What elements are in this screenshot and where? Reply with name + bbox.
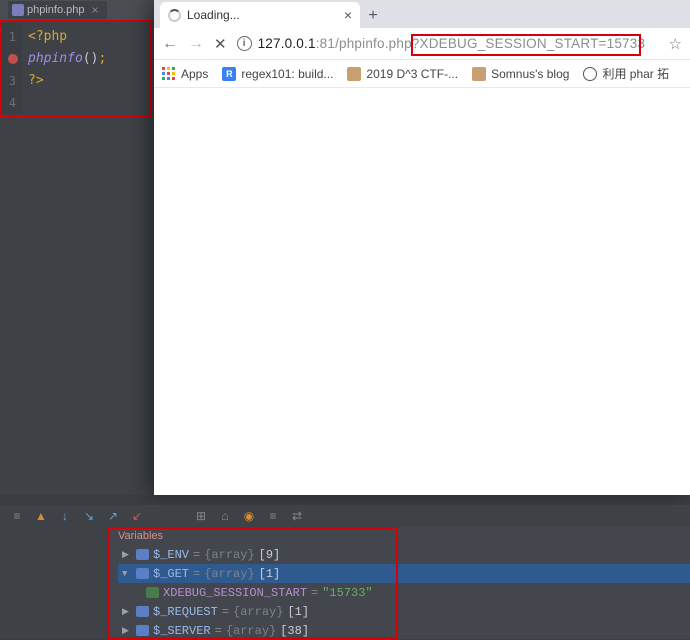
php-file-icon — [12, 4, 24, 16]
bookmark-regex101[interactable]: R regex101: build... — [222, 67, 333, 81]
var-equals-icon — [136, 568, 149, 579]
apps-bookmark[interactable]: Apps — [162, 67, 208, 81]
back-button[interactable]: ← — [162, 35, 178, 53]
debug-sidebar — [0, 527, 108, 639]
bookmark-ctf[interactable]: 2019 D^3 CTF-... — [347, 67, 458, 81]
browser-window: Loading... × + ← → ✕ i 127.0.0.1:81/phpi… — [154, 0, 690, 495]
bookmark-bar: Apps R regex101: build... 2019 D^3 CTF-.… — [154, 60, 690, 88]
bookmark-star-icon[interactable]: ☆ — [669, 35, 682, 53]
dbg-btn-6[interactable]: ↙ — [130, 509, 144, 523]
dbg-btn-10[interactable]: ≡ — [266, 509, 280, 523]
dbg-btn-9[interactable]: ◉ — [242, 509, 256, 523]
code-open-tag: <?php — [28, 26, 67, 48]
var-row-get[interactable]: ▼ $_GET = {array} [1] — [118, 564, 690, 583]
code-func: phpinfo — [28, 48, 83, 70]
dbg-btn-2[interactable]: ▲ — [34, 509, 48, 523]
address-bar[interactable]: i 127.0.0.1:81/phpinfo.php?XDEBUG_SESSIO… — [237, 36, 653, 51]
debug-toolbar: ≡ ▲ ↓ ↘ ↗ ↙ ⊞ ⌂ ◉ ≡ ⇄ — [0, 505, 690, 527]
chevron-right-icon[interactable]: ▶ — [122, 550, 132, 560]
dbg-btn-11[interactable]: ⇄ — [290, 509, 304, 523]
step-out-icon[interactable]: ↗ — [106, 509, 120, 523]
editor-tab[interactable]: phpinfo.php × — [8, 1, 107, 19]
tab-close-icon[interactable]: × — [92, 3, 99, 17]
bookmark-phar[interactable]: 利用 phar 拓 — [583, 65, 669, 82]
variables-title: Variables — [118, 527, 163, 545]
url-text: 127.0.0.1:81/phpinfo.php?XDEBUG_SESSION_… — [258, 36, 646, 51]
editor-tab-label: phpinfo.php — [27, 4, 85, 16]
step-into-icon[interactable]: ↘ — [82, 509, 96, 523]
debug-variables-panel: Variables ▶ $_ENV = {array} [9] ▼ $_GET … — [0, 527, 690, 639]
site-info-icon[interactable]: i — [237, 36, 252, 51]
somnus-favicon — [472, 67, 486, 81]
phar-favicon — [583, 67, 597, 81]
var-row-get-key[interactable]: XDEBUG_SESSION_START = "15733" — [118, 583, 690, 602]
breakpoint-icon[interactable] — [5, 48, 21, 70]
tab-close-icon[interactable]: × — [344, 7, 352, 23]
chevron-right-icon[interactable]: ▶ — [122, 626, 132, 636]
regex-favicon: R — [222, 67, 236, 81]
dbg-btn-8[interactable]: ⌂ — [218, 509, 232, 523]
var-equals-icon — [136, 625, 149, 636]
var-equals-icon — [136, 549, 149, 560]
var-row-server[interactable]: ▶ $_SERVER = {array} [38] — [118, 621, 690, 640]
browser-tab-row: Loading... × + — [154, 0, 690, 28]
variables-tree[interactable]: ▶ $_ENV = {array} [9] ▼ $_GET = {array} … — [118, 545, 690, 640]
browser-toolbar: ← → ✕ i 127.0.0.1:81/phpinfo.php?XDEBUG_… — [154, 28, 690, 60]
loading-spinner-icon — [168, 9, 181, 22]
step-over-icon[interactable]: ↓ — [58, 509, 72, 523]
chevron-down-icon[interactable]: ▼ — [122, 569, 132, 579]
new-tab-button[interactable]: + — [360, 4, 386, 28]
dbg-btn-7[interactable]: ⊞ — [194, 509, 208, 523]
dbg-btn-1[interactable]: ≡ — [10, 509, 24, 523]
ctf-favicon — [347, 67, 361, 81]
var-equals-icon — [136, 606, 149, 617]
chevron-right-icon[interactable]: ▶ — [122, 607, 132, 617]
var-row-request[interactable]: ▶ $_REQUEST = {array} [1] — [118, 602, 690, 621]
bookmark-somnus[interactable]: Somnus's blog — [472, 67, 569, 81]
code-close-tag: ?> — [28, 70, 44, 92]
forward-button[interactable]: → — [188, 35, 204, 53]
array-item-icon — [146, 587, 159, 598]
browser-viewport[interactable] — [154, 88, 690, 495]
apps-grid-icon — [162, 67, 176, 81]
var-row-env[interactable]: ▶ $_ENV = {array} [9] — [118, 545, 690, 564]
browser-tab[interactable]: Loading... × — [160, 2, 360, 28]
browser-tab-title: Loading... — [187, 8, 240, 22]
stop-button[interactable]: ✕ — [214, 35, 227, 53]
